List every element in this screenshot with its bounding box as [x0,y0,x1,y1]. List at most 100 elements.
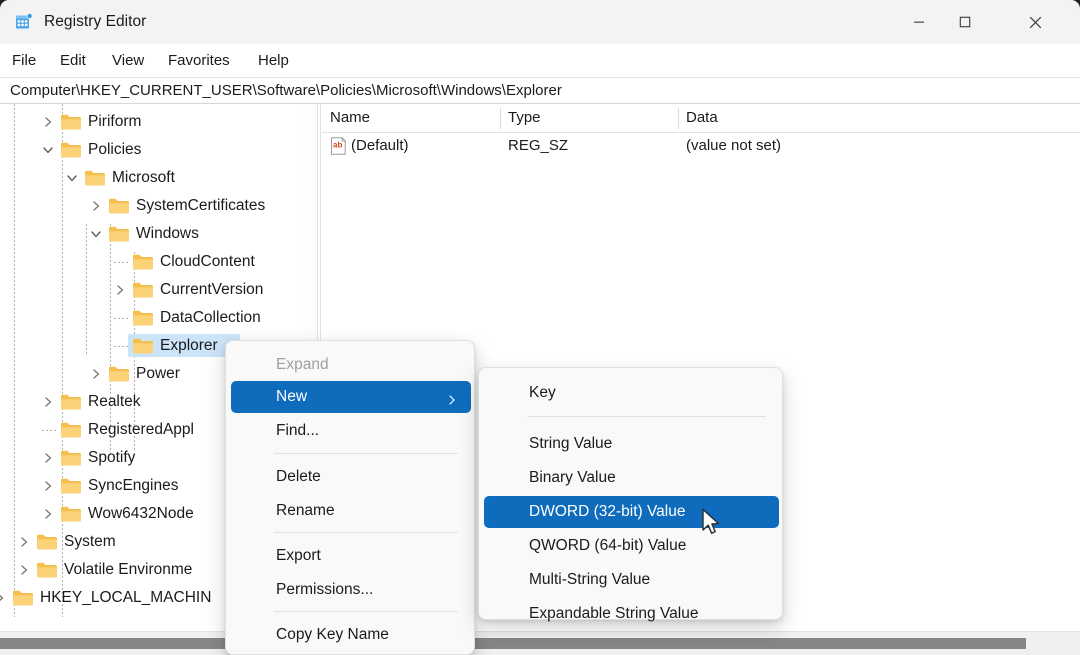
string-value-icon: ab [330,137,347,155]
tree-item-label: CurrentVersion [160,280,263,300]
tree-item-label: SyncEngines [88,476,178,496]
tree-item-label: Volatile Environme [64,560,192,580]
folder-icon [132,337,154,355]
close-icon [1029,16,1042,29]
tree-item-systemcertificates[interactable]: SystemCertificates [0,192,303,220]
folder-icon [60,421,82,439]
chevron-right-icon[interactable] [0,590,8,606]
submenu-item-expandable-string-value[interactable]: Expandable String Value [484,598,779,630]
minimize-button[interactable] [896,0,942,44]
folder-icon [132,309,154,327]
chevron-down-icon[interactable] [88,226,104,242]
table-row[interactable]: ab (Default) REG_SZ (value not set) [322,133,1080,159]
submenu-item-label: Key [484,383,556,403]
tree-item-label: System [64,532,116,552]
menu-help[interactable]: Help [253,49,294,73]
tree-item-policies[interactable]: Policies [0,136,303,164]
context-menu-item-find[interactable]: Find... [231,415,471,447]
chevron-right-icon[interactable] [40,478,56,494]
window-horizontal-scrollbar-thumb[interactable] [0,638,1026,649]
tree-item-label: RegisteredAppl [88,420,194,440]
chevron-right-icon[interactable] [40,394,56,410]
tree-item-currentversion[interactable]: CurrentVersion [0,276,303,304]
folder-icon [60,477,82,495]
maximize-button[interactable] [942,0,988,44]
menu-separator [527,416,766,417]
column-header-data[interactable]: Data [678,108,718,128]
tree-item-label: Windows [136,224,199,244]
chevron-right-icon[interactable] [112,282,128,298]
tree-item-label: Explorer [160,336,218,356]
maximize-icon [959,16,971,28]
tree-item-piriform[interactable]: Piriform [0,108,303,136]
chevron-right-icon[interactable] [88,198,104,214]
context-menu-item-rename[interactable]: Rename [231,495,471,527]
tree-item-label: Piriform [88,112,141,132]
context-menu-item-new[interactable]: New [231,381,471,413]
submenu-item-binary-value[interactable]: Binary Value [484,462,779,494]
address-bar[interactable]: Computer\HKEY_CURRENT_USER\Software\Poli… [0,77,1080,104]
submenu-item-label: DWORD (32-bit) Value [484,502,685,522]
folder-icon [132,281,154,299]
menu-file[interactable]: File [7,49,41,73]
chevron-right-icon[interactable] [40,506,56,522]
submenu-item-label: Multi-String Value [484,570,650,590]
tree-item-label: HKEY_LOCAL_MACHIN [40,588,211,608]
chevron-down-icon[interactable] [64,170,80,186]
folder-icon [60,449,82,467]
submenu-item-qword-64-bit-value[interactable]: QWORD (64-bit) Value [484,530,779,562]
submenu-item-string-value[interactable]: String Value [484,428,779,460]
folder-icon [60,393,82,411]
folder-icon [36,533,58,551]
chevron-right-icon[interactable] [88,366,104,382]
tree-item-datacollection[interactable]: DataCollection [0,304,303,332]
menu-view[interactable]: View [107,49,149,73]
close-button[interactable] [1012,0,1058,44]
tree-guide-connector [114,318,128,319]
chevron-right-icon[interactable] [40,450,56,466]
submenu-item-label: Binary Value [484,468,616,488]
tree-item-microsoft[interactable]: Microsoft [0,164,303,192]
column-header-name[interactable]: Name [322,108,370,128]
folder-icon [36,561,58,579]
column-header-type[interactable]: Type [500,108,541,128]
context-menu-item-label: Delete [231,467,321,487]
tree-item-label: DataCollection [160,308,261,328]
submenu-item-key[interactable]: Key [484,377,779,409]
tree-item-windows[interactable]: Windows [0,220,303,248]
value-data: (value not set) [686,136,781,156]
context-menu-item-label: New [231,387,307,407]
minimize-icon [913,16,925,28]
menu-edit[interactable]: Edit [55,49,91,73]
chevron-right-icon[interactable] [16,534,32,550]
list-column-header: Name Type Data [322,104,1080,133]
tree-item-label: Wow6432Node [88,504,194,524]
context-menu-item-copy-key-name[interactable]: Copy Key Name [231,619,471,651]
folder-icon [108,197,130,215]
tree-item-label: Spotify [88,448,135,468]
folder-icon [132,253,154,271]
tree-item-label: Realtek [88,392,141,412]
registry-path: Computer\HKEY_CURRENT_USER\Software\Poli… [10,81,562,101]
tree-item-cloudcontent[interactable]: CloudContent [0,248,303,276]
status-bar [0,631,1080,655]
chevron-right-icon[interactable] [40,114,56,130]
folder-icon [108,225,130,243]
submenu-item-dword-32-bit-value[interactable]: DWORD (32-bit) Value [484,496,779,528]
chevron-down-icon[interactable] [40,142,56,158]
tree-item-label: SystemCertificates [136,196,265,216]
registry-editor-icon [14,12,34,32]
chevron-right-icon [447,392,457,402]
context-menu-item-permissions[interactable]: Permissions... [231,574,471,606]
submenu-item-multi-string-value[interactable]: Multi-String Value [484,564,779,596]
menu-favorites[interactable]: Favorites [163,49,235,73]
context-menu-item-label: Find... [231,421,319,441]
tree-item-label: CloudContent [160,252,255,272]
tree-item-label: Power [136,364,180,384]
chevron-right-icon[interactable] [16,562,32,578]
context-menu-item-export[interactable]: Export [231,540,471,572]
new-submenu: Key String Value Binary Value DWORD (32-bit… [478,367,783,620]
context-menu-item-delete[interactable]: Delete [231,461,471,493]
menu-separator [274,453,458,454]
submenu-item-label: QWORD (64-bit) Value [484,536,686,556]
